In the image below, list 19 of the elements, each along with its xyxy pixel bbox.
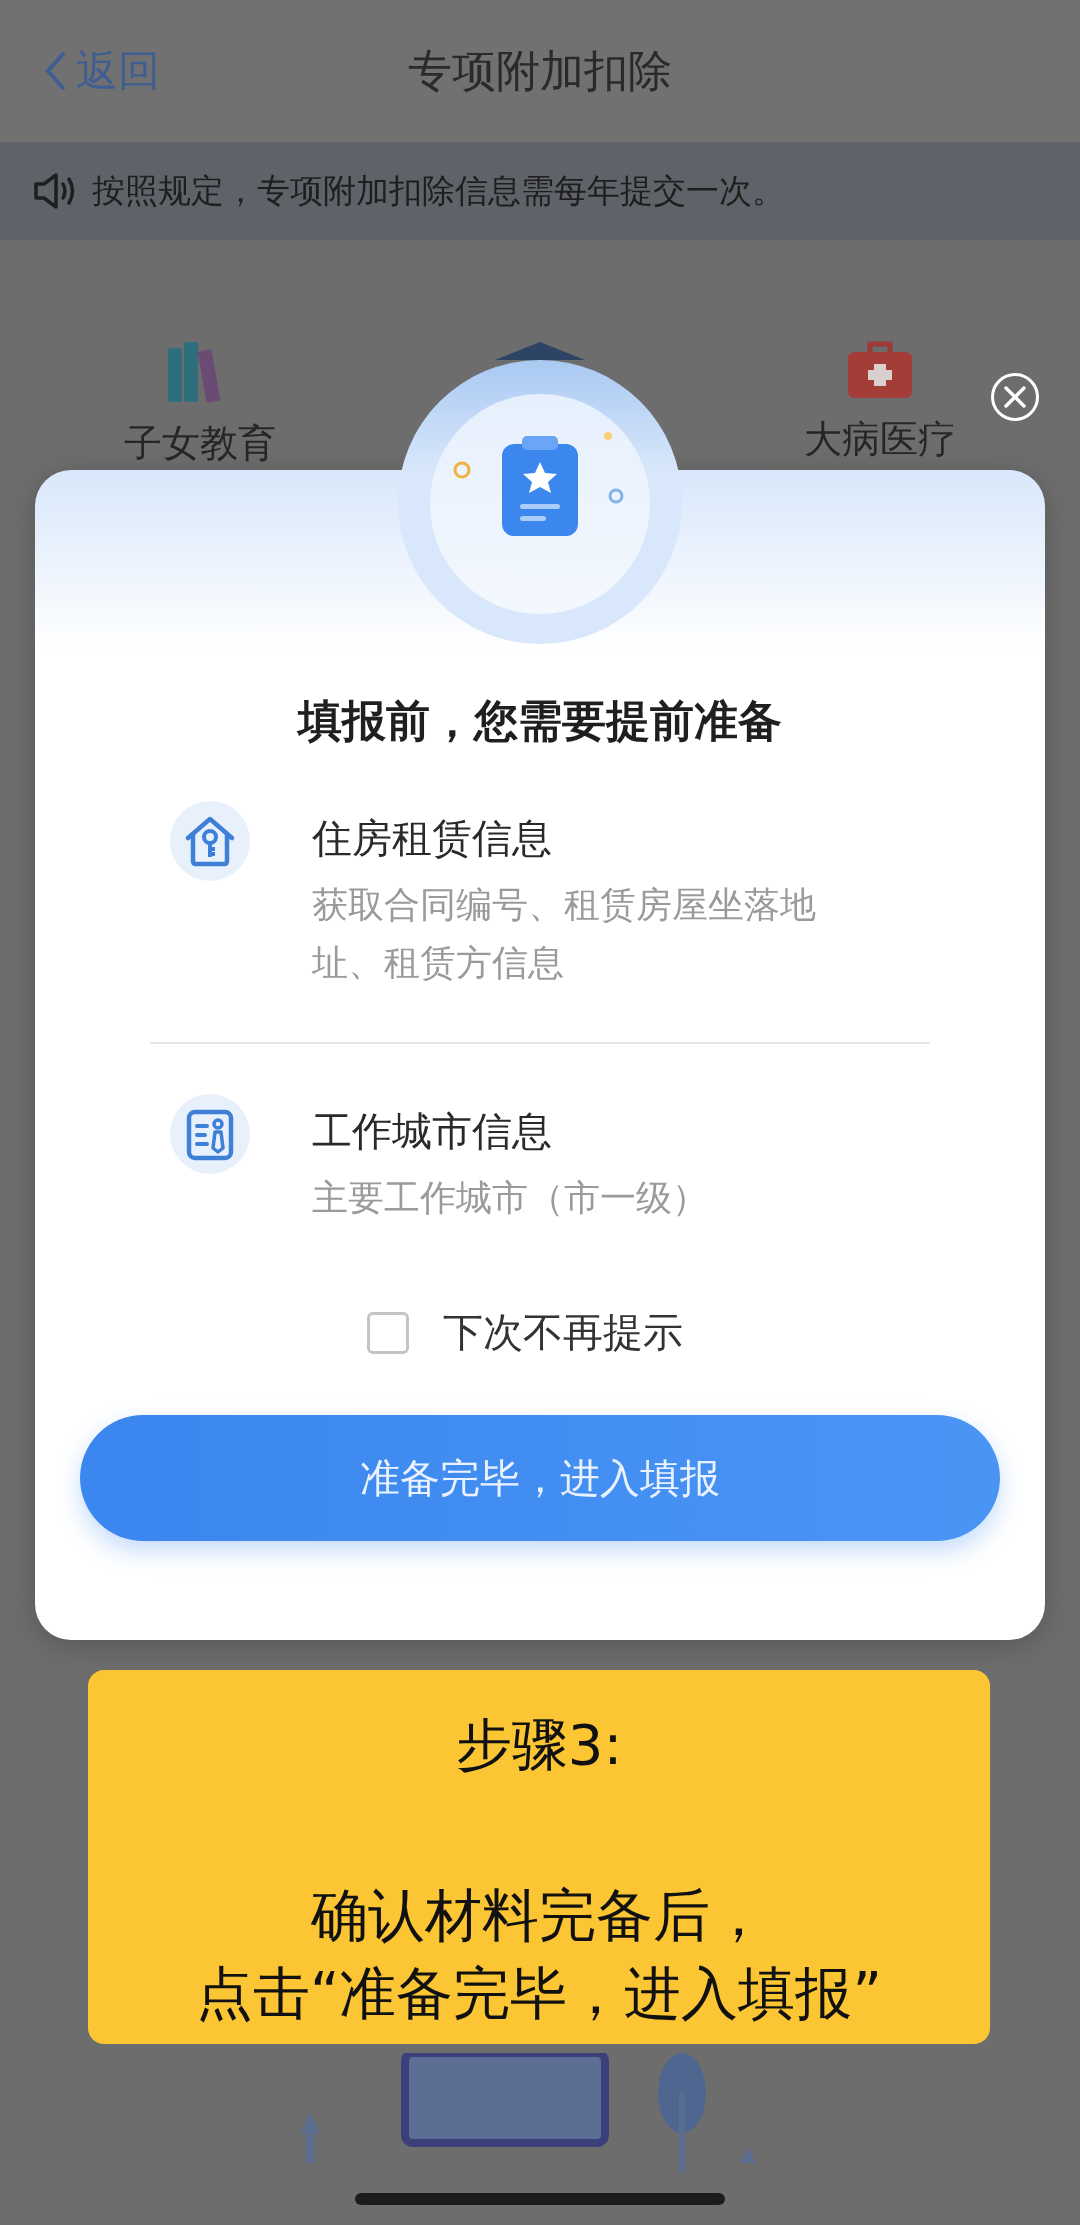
category-label[interactable]: 大病医疗 — [804, 414, 956, 465]
dialog-heading: 填报前，您需要提前准备 — [295, 694, 783, 748]
category-label[interactable]: 子女教育 — [124, 418, 276, 469]
graduation-cap-icon — [495, 340, 585, 362]
page-title: 专项附加扣除 — [408, 43, 672, 98]
item-description: 获取合同编号、租赁房屋坐落地址、租赁方信息 — [312, 883, 817, 985]
item-title: 工作城市信息 — [312, 1107, 553, 1156]
back-chevron-icon — [44, 51, 66, 91]
close-button[interactable] — [991, 373, 1039, 421]
checkbox-label[interactable]: 下次不再提示 — [443, 1305, 683, 1360]
confirm-button[interactable]: 准备完毕，进入填报 — [80, 1415, 1000, 1541]
notice-text: 按照规定，专项附加扣除信息需每年提交一次。 — [92, 169, 785, 212]
checkbox[interactable] — [367, 1311, 409, 1354]
item-title: 住房租赁信息 — [312, 814, 553, 863]
medical-kit-icon — [846, 340, 914, 400]
annotation-title: 步骤3: — [455, 1711, 623, 1779]
annotation-text: 点击“准备完毕，进入填报” — [195, 1959, 883, 2028]
item-description: 主要工作城市（市一级） — [312, 1176, 708, 1220]
annotation-text: 确认材料完备后， — [311, 1881, 767, 1950]
